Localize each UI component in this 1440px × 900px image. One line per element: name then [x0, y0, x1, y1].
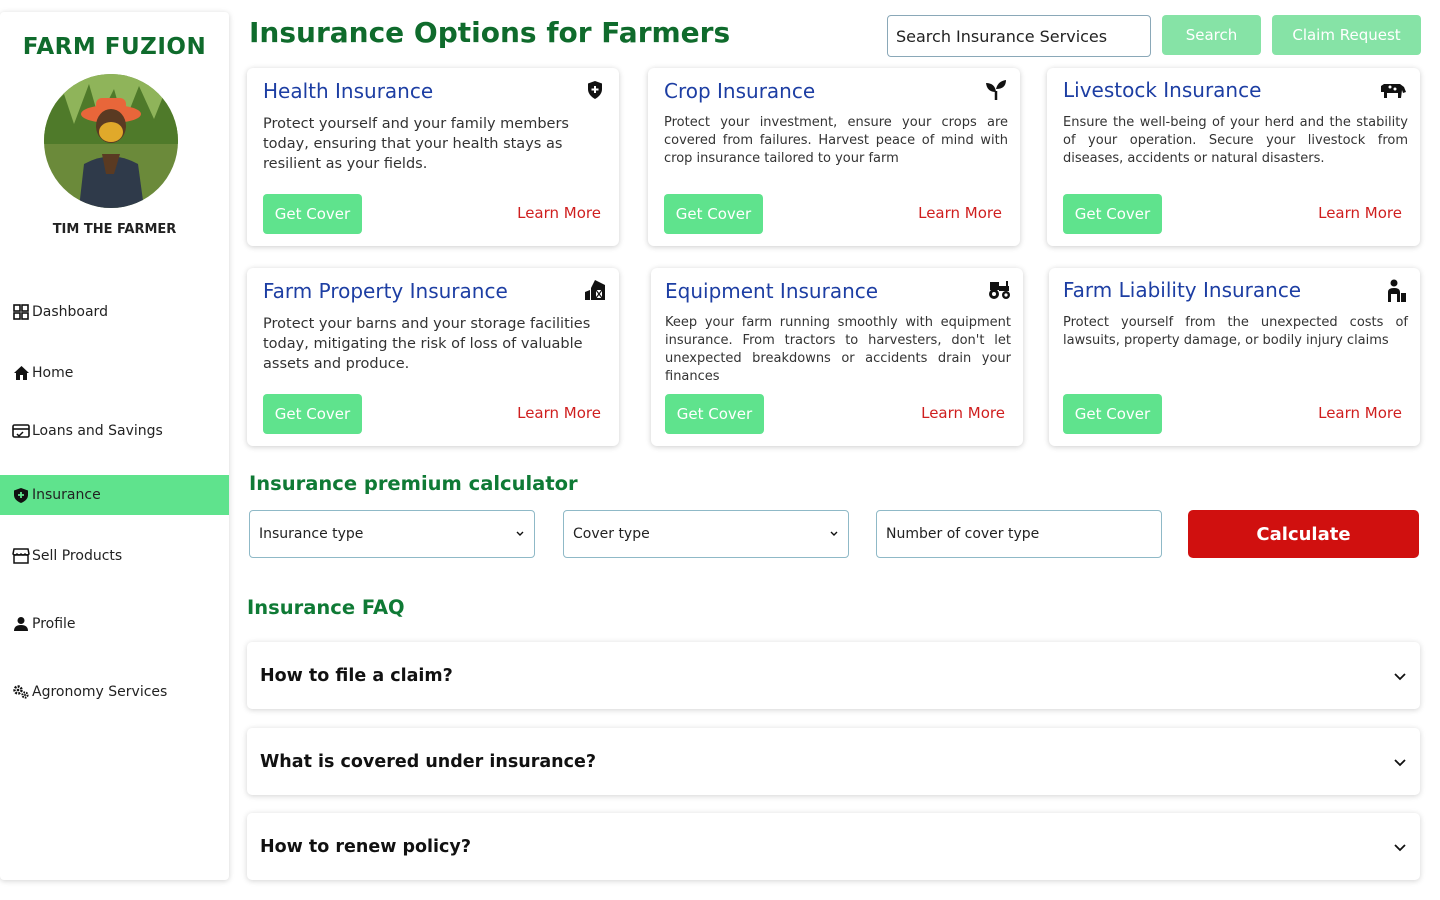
- learn-more-link[interactable]: Learn More: [918, 204, 1002, 222]
- faq-item[interactable]: How to renew policy?: [247, 813, 1420, 880]
- avatar[interactable]: [44, 74, 178, 208]
- card-description: Protect your barns and your storage faci…: [263, 316, 591, 372]
- card-description: Protect yourself from the unexpected cos…: [1063, 315, 1408, 348]
- chevron-down-icon: [1393, 837, 1407, 856]
- username: TIM THE FARMER: [52, 222, 177, 237]
- learn-more-link[interactable]: Learn More: [517, 404, 601, 422]
- faq-question: What is covered under insurance?: [260, 751, 596, 772]
- home-icon: [12, 364, 30, 382]
- sidebar-item-insurance[interactable]: Insurance: [0, 475, 229, 515]
- number-of-cover-input[interactable]: Number of cover type: [876, 510, 1162, 558]
- card-description: Protect yourself and your family members…: [263, 116, 569, 172]
- sidebar-item-loans[interactable]: Loans and Savings: [0, 411, 229, 451]
- card-icon: [12, 422, 30, 440]
- user-icon: [12, 615, 30, 633]
- card-description: Protect your investment, ensure your cro…: [664, 115, 1008, 166]
- sidebar-item-label: Loans and Savings: [32, 423, 163, 439]
- calculate-button[interactable]: Calculate: [1188, 510, 1419, 558]
- input-placeholder: Number of cover type: [886, 526, 1040, 542]
- card-title: Farm Liability Insurance: [1063, 278, 1302, 302]
- cover-type-select[interactable]: Cover type: [563, 510, 849, 558]
- learn-more-link[interactable]: Learn More: [921, 404, 1005, 422]
- chevron-down-icon: [1393, 752, 1407, 771]
- get-cover-button[interactable]: Get Cover: [1063, 394, 1162, 434]
- card-title: Farm Property Insurance: [263, 279, 508, 303]
- learn-more-link[interactable]: Learn More: [1318, 204, 1402, 222]
- sidebar-item-label: Profile: [32, 616, 76, 632]
- get-cover-button[interactable]: Get Cover: [665, 394, 764, 434]
- sidebar-item-label: Home: [32, 365, 74, 381]
- chevron-down-icon: [829, 526, 839, 542]
- insurance-type-select[interactable]: Insurance type: [249, 510, 535, 558]
- search-input[interactable]: [887, 15, 1151, 57]
- cow-icon: [1378, 78, 1408, 102]
- card-title: Crop Insurance: [664, 79, 816, 103]
- select-value: Cover type: [573, 526, 650, 542]
- faq-item[interactable]: What is covered under insurance?: [247, 728, 1420, 795]
- select-value: Insurance type: [259, 526, 364, 542]
- insurance-card-health: Health Insurance Protect yourself and yo…: [247, 68, 619, 246]
- insurance-card-livestock: Livestock Insurance Ensure the well-bein…: [1047, 68, 1420, 246]
- sidebar-item-dashboard[interactable]: Dashboard: [0, 292, 229, 332]
- sprout-icon: [984, 78, 1008, 102]
- sidebar-item-label: Agronomy Services: [32, 684, 168, 700]
- get-cover-button[interactable]: Get Cover: [263, 194, 362, 234]
- grid-icon: [12, 303, 30, 321]
- card-title: Equipment Insurance: [665, 279, 879, 303]
- get-cover-button[interactable]: Get Cover: [664, 194, 763, 234]
- card-description: Ensure the well-being of your herd and t…: [1063, 115, 1408, 166]
- calculator-title: Insurance premium calculator: [249, 472, 578, 495]
- search-button[interactable]: Search: [1162, 15, 1261, 55]
- store-icon: [12, 547, 30, 565]
- barn-icon: [583, 278, 607, 302]
- gears-icon: [12, 683, 30, 701]
- page-title: Insurance Options for Farmers: [249, 16, 731, 49]
- sidebar-item-profile[interactable]: Profile: [0, 604, 229, 644]
- learn-more-link[interactable]: Learn More: [517, 204, 601, 222]
- get-cover-button[interactable]: Get Cover: [1063, 194, 1162, 234]
- insurance-card-equipment: Equipment Insurance Keep your farm runni…: [651, 268, 1023, 446]
- sidebar-item-sell-products[interactable]: Sell Products: [0, 536, 229, 576]
- faq-question: How to file a claim?: [260, 665, 453, 686]
- card-title: Health Insurance: [263, 79, 434, 103]
- sidebar-item-label: Sell Products: [32, 548, 123, 564]
- insurance-card-farm-liability: Farm Liability Insurance Protect yoursel…: [1049, 268, 1420, 446]
- faq-title: Insurance FAQ: [247, 596, 405, 619]
- person-liability-icon: [1384, 278, 1408, 302]
- insurance-card-crop: Crop Insurance Protect your investment, …: [648, 68, 1020, 246]
- chevron-down-icon: [1393, 666, 1407, 685]
- get-cover-button[interactable]: Get Cover: [263, 394, 362, 434]
- chevron-down-icon: [515, 526, 525, 542]
- shield-plus-icon: [583, 78, 607, 102]
- sidebar: FARM FUZION TIM THE FARMER Dashboard Hom…: [0, 12, 229, 880]
- tractor-icon: [987, 278, 1011, 302]
- sidebar-item-agronomy[interactable]: Agronomy Services: [0, 672, 229, 712]
- sidebar-item-home[interactable]: Home: [0, 353, 229, 393]
- learn-more-link[interactable]: Learn More: [1318, 404, 1402, 422]
- card-description: Keep your farm running smoothly with equ…: [665, 315, 1011, 384]
- faq-question: How to renew policy?: [260, 836, 471, 857]
- shield-icon: [12, 486, 30, 504]
- faq-item[interactable]: How to file a claim?: [247, 642, 1420, 709]
- sidebar-item-label: Insurance: [32, 487, 101, 503]
- sidebar-item-label: Dashboard: [32, 304, 108, 320]
- insurance-card-farm-property: Farm Property Insurance Protect your bar…: [247, 268, 619, 446]
- card-title: Livestock Insurance: [1063, 78, 1262, 102]
- claim-request-button[interactable]: Claim Request: [1272, 15, 1421, 55]
- brand-logo-text: FARM FUZION: [22, 34, 207, 60]
